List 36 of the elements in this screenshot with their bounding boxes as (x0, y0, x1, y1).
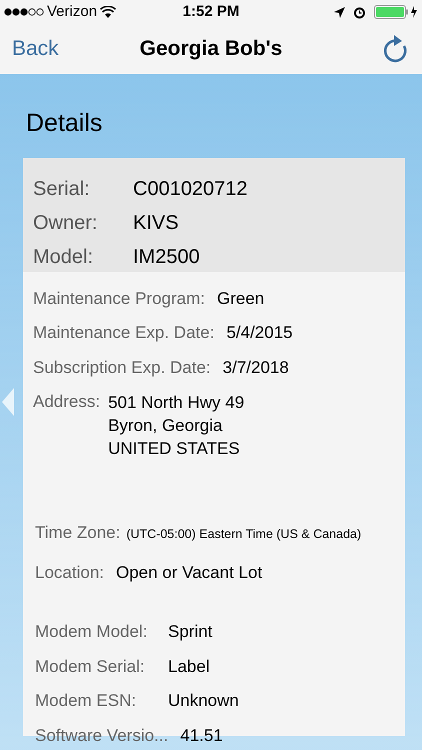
field-value: Open or Vacant Lot (116, 562, 262, 584)
field-label: Modem ESN: (35, 690, 138, 712)
back-button[interactable]: Back (12, 33, 102, 65)
field-label: Modem Model: (35, 621, 148, 643)
section-title: Details (25, 108, 104, 139)
field-value: 3/7/2018 (222, 356, 289, 378)
wifi-icon (100, 6, 116, 18)
status-time: 1:52 PM (182, 2, 240, 22)
field-value: C001020712 (133, 176, 248, 202)
battery-charging-icon (374, 5, 418, 19)
carrier-name: Verizon (47, 2, 98, 22)
field-label: Owner: (33, 210, 98, 236)
field-value: 5/4/2015 (226, 322, 293, 344)
location-arrow-icon (334, 6, 345, 18)
alarm-clock-icon (353, 6, 366, 18)
field-label: Location: (35, 562, 104, 584)
field-value: 41.51 (180, 724, 223, 746)
field-value: KIVS (133, 210, 179, 236)
field-label: Subscription Exp. Date: (33, 356, 211, 378)
field-value: Unknown (168, 690, 239, 712)
signal-icon (4, 8, 44, 16)
field-value: (UTC-05:00) Eastern Time (US & Canada) (126, 526, 362, 543)
field-value: Label (168, 656, 210, 678)
field-label: Time Zone: (35, 522, 120, 544)
field-label: Model: (33, 244, 94, 270)
address-value: 501 North Hwy 49 Byron, Georgia UNITED STATES (108, 392, 244, 460)
field-value: IM2500 (133, 244, 200, 270)
screen-title: Georgia Bob's (138, 36, 284, 62)
field-label: Address: (33, 391, 100, 413)
field-label: Maintenance Program: (33, 288, 205, 310)
field-value: Sprint (168, 621, 212, 643)
field-label: Software Versio... (35, 724, 168, 746)
field-label: Serial: (33, 176, 91, 202)
field-label: Modem Serial: (35, 656, 146, 678)
field-label: Maintenance Exp. Date: (33, 322, 214, 344)
field-value: Green (216, 288, 264, 310)
